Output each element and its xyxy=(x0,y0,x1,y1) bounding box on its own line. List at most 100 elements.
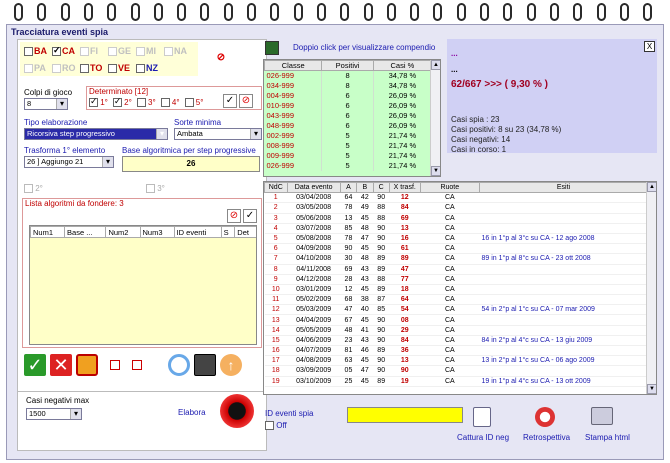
option-3-checkbox[interactable] xyxy=(146,184,155,194)
class-column-header[interactable]: Positivi xyxy=(321,60,374,71)
id-spia-input[interactable] xyxy=(347,407,463,423)
refresh-icon[interactable] xyxy=(168,354,190,376)
events-column-header[interactable]: C xyxy=(372,182,390,194)
class-row[interactable]: 009-999 5 21,74 % xyxy=(264,150,433,161)
lista-column-header[interactable]: Num3 xyxy=(139,226,175,238)
cattura-label[interactable]: Cattura ID neg xyxy=(457,433,509,442)
events-row[interactable]: 17 04/08/2009 63 45 90 13 CA 13 in 2°p al 1°c s… xyxy=(264,355,648,367)
region-ge[interactable]: GE xyxy=(108,46,131,57)
option-2-checkbox[interactable] xyxy=(24,184,33,194)
up-arrow-icon[interactable]: ↑ xyxy=(220,354,242,376)
events-row[interactable]: 18 03/09/2009 05 47 90 90 CA xyxy=(264,365,648,377)
class-table[interactable]: Classe Positivi Casi % 026-999 8 34,78 % 034-9… xyxy=(263,59,441,177)
sorte-select[interactable]: Ambata xyxy=(174,128,262,140)
off-checkbox[interactable] xyxy=(265,421,274,431)
class-scrollbar[interactable]: ▲ ▼ xyxy=(430,60,440,176)
stampa-label[interactable]: Stampa html xyxy=(585,433,630,442)
events-column-header[interactable]: X trasf. xyxy=(388,182,421,194)
region-ba[interactable]: BA xyxy=(24,46,47,57)
events-column-header[interactable]: B xyxy=(356,182,374,194)
region-nz[interactable]: NZ xyxy=(136,63,158,74)
determinato-checkbox[interactable] xyxy=(160,98,170,108)
class-row[interactable]: 048-999 6 26,09 % xyxy=(264,120,433,131)
events-scrollbar[interactable]: ▲ ▼ xyxy=(646,182,656,394)
region-mi[interactable]: MI xyxy=(136,46,156,57)
tipo-select[interactable]: Ricorsiva step progressivo xyxy=(24,128,168,140)
events-row[interactable]: 19 03/10/2009 25 45 89 19 CA 19 in 1°p al 4°c s… xyxy=(264,376,648,387)
check-icon[interactable]: ✓ xyxy=(243,209,257,223)
lista-column-header[interactable]: ID eventi xyxy=(173,226,222,238)
class-row[interactable]: 043-999 6 26,09 % xyxy=(264,110,433,121)
events-row[interactable]: 14 05/05/2009 48 41 90 29 CA xyxy=(264,325,648,336)
clipboard-icon[interactable] xyxy=(265,41,279,55)
events-column-header[interactable]: Data evento xyxy=(286,182,341,194)
events-row[interactable]: 11 05/02/2009 68 38 87 64 CA xyxy=(264,294,648,306)
region-ve[interactable]: VE xyxy=(108,63,130,74)
casi-neg-select[interactable]: 1500 xyxy=(26,408,82,420)
delete-cross-icon[interactable]: ✕ xyxy=(50,354,72,376)
determinato-checkbox[interactable] xyxy=(136,98,146,108)
region-checkbox[interactable] xyxy=(108,47,117,57)
no-entry-icon[interactable]: ⊘ xyxy=(227,209,241,223)
region-ca[interactable]: CA xyxy=(52,45,75,57)
region-pa[interactable]: PA xyxy=(24,63,46,74)
class-row[interactable]: 026-999 8 34,78 % xyxy=(264,70,433,81)
region-checkbox[interactable] xyxy=(24,64,33,74)
no-entry-icon[interactable]: ⊘ xyxy=(239,94,253,108)
retro-label[interactable]: Retrospettiva xyxy=(523,433,570,442)
events-column-header[interactable]: Esiti xyxy=(479,182,648,194)
edit-icon[interactable] xyxy=(473,407,491,427)
base-value[interactable]: 26 xyxy=(122,156,260,172)
class-column-header[interactable]: Casi % xyxy=(372,60,433,71)
class-row[interactable]: 010-999 6 26,09 % xyxy=(264,100,433,111)
save-icon[interactable] xyxy=(194,354,216,376)
region-checkbox[interactable] xyxy=(80,64,89,74)
region-na[interactable]: NA xyxy=(164,46,187,57)
option-3[interactable]: 3° xyxy=(146,184,165,194)
region-fi[interactable]: FI xyxy=(80,46,98,57)
region-checkbox[interactable] xyxy=(80,47,89,57)
class-row[interactable]: 004-999 6 26,09 % xyxy=(264,90,433,101)
lista-column-header[interactable]: Num2 xyxy=(105,226,141,238)
confirm-check-icon[interactable]: ✓ xyxy=(24,354,46,376)
region-checkbox[interactable] xyxy=(108,64,117,74)
events-row[interactable]: 9 04/12/2008 28 43 88 77 CA xyxy=(264,274,648,285)
region-to[interactable]: TO xyxy=(80,63,102,74)
off-toggle[interactable]: Off xyxy=(265,421,287,431)
events-row[interactable]: 4 03/07/2008 85 48 90 13 CA xyxy=(264,223,648,234)
events-table[interactable]: NdC Data evento A B C X trasf. Ruote Esiti 1 03/0… xyxy=(263,181,657,395)
events-column-header[interactable]: NdC xyxy=(264,182,288,194)
lista-column-header[interactable]: Det xyxy=(234,226,256,238)
close-button[interactable]: X xyxy=(644,41,655,52)
option-2[interactable]: 2° xyxy=(24,184,43,194)
power-button-icon[interactable] xyxy=(220,394,254,428)
small-stop-icon[interactable] xyxy=(132,360,142,370)
region-checkbox[interactable] xyxy=(52,64,61,74)
events-row[interactable]: 5 05/08/2008 78 47 90 16 CA 16 in 1°p al 3°c su… xyxy=(264,233,648,245)
determinato-option[interactable]: 4° xyxy=(160,98,180,108)
class-row[interactable]: 026-999 5 21,74 % xyxy=(264,160,433,171)
events-row[interactable]: 3 05/06/2008 13 45 88 69 CA xyxy=(264,213,648,224)
colpi-select[interactable]: 8 xyxy=(24,98,68,110)
events-row[interactable]: 13 04/04/2009 67 45 90 08 CA xyxy=(264,314,648,326)
printer-icon[interactable] xyxy=(591,407,613,425)
determinato-checkbox[interactable] xyxy=(184,98,194,108)
determinato-checkbox[interactable] xyxy=(112,96,122,108)
lista-table[interactable]: Num1 Base ... Num2 Num3 ID eventi S Det xyxy=(29,225,257,345)
class-column-header[interactable]: Classe xyxy=(264,60,323,71)
events-row[interactable]: 12 05/03/2009 47 40 85 54 CA 54 in 2°p al 1°c s… xyxy=(264,304,648,316)
events-column-header[interactable]: Ruote xyxy=(419,182,481,194)
small-stop-icon[interactable] xyxy=(110,360,120,370)
region-checkbox[interactable] xyxy=(52,45,61,57)
events-row[interactable]: 7 04/10/2008 30 48 89 89 CA 89 in 1°p al 8°c su… xyxy=(264,253,648,265)
class-row[interactable]: 008-999 5 21,74 % xyxy=(264,140,433,151)
events-row[interactable]: 2 03/05/2008 78 49 88 84 CA xyxy=(264,202,648,214)
events-row[interactable]: 10 03/01/2009 12 45 89 18 CA xyxy=(264,284,648,296)
lista-column-header[interactable]: Base ... xyxy=(64,226,107,238)
events-column-header[interactable]: A xyxy=(339,182,358,194)
class-row[interactable]: 034-999 8 34,78 % xyxy=(264,80,433,91)
determinato-option[interactable]: 2° xyxy=(112,96,132,108)
events-row[interactable]: 16 04/07/2009 81 46 89 36 CA xyxy=(264,345,648,357)
no-entry-icon[interactable]: ⊘ xyxy=(214,52,228,66)
check-icon[interactable]: ✓ xyxy=(223,94,237,108)
